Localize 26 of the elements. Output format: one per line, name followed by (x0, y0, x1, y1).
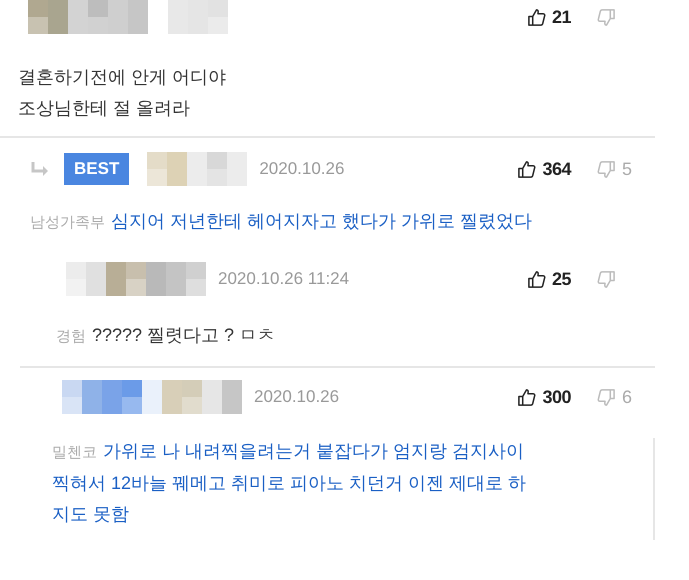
comment-tag: 밀첸코 (52, 439, 97, 466)
comment-text: 조상님한테 절 올려라 (18, 97, 190, 120)
like-button[interactable]: 21 (526, 4, 571, 30)
comment-tag: 경험 (56, 323, 86, 350)
comment-date: 2020.10.26 11:24 (218, 268, 350, 290)
best-badge: BEST (64, 153, 130, 185)
thumbs-up-icon[interactable] (517, 388, 536, 406)
thumbs-down-icon[interactable] (597, 388, 616, 406)
comment-text: 가위로 나 내려찍을려는거 붙잡다가 엄지랑 검지사이 (103, 440, 524, 463)
comment-date: 2020.10.26 (254, 386, 340, 408)
thumbs-up-icon[interactable] (526, 270, 546, 288)
thumbs-down-icon[interactable] (597, 270, 616, 288)
like-button[interactable]: 364 (517, 156, 571, 182)
thumbs-up-icon[interactable] (526, 8, 546, 26)
comment-text: ????? 찔렷다고 ? ㅁㅊ (92, 324, 276, 347)
like-button[interactable]: 300 (517, 384, 571, 410)
comment-text: 찍혀서 12바늘 꿰메고 취미로 피아노 치던거 이젠 제대로 하 (52, 472, 526, 495)
thumbs-up-icon[interactable] (517, 160, 536, 178)
comment-text: 결혼하기전에 안게 어디야 (18, 66, 226, 89)
comment-tag: 남성가족부 (30, 209, 105, 236)
comment-text: 심지어 저년한테 헤어지자고 했다가 가위로 찔렸었다 (111, 210, 532, 233)
thumbs-down-icon[interactable] (597, 160, 616, 178)
thumbs-down-icon[interactable] (597, 8, 616, 26)
comment-date: 2020.10.26 (259, 158, 344, 180)
comment-text: 지도 못함 (52, 503, 130, 526)
like-button[interactable]: 25 (526, 266, 571, 292)
